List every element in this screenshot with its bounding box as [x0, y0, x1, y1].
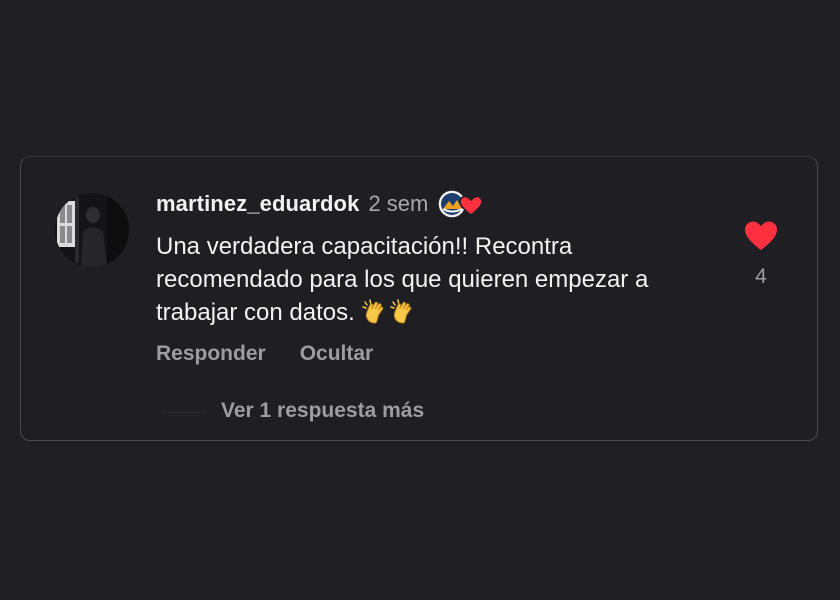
like-heart-icon[interactable]	[743, 219, 779, 253]
replies-divider	[162, 412, 206, 413]
avatar-photo	[55, 193, 129, 267]
creator-liked-badge-icon	[436, 187, 486, 221]
hide-button[interactable]: Ocultar	[300, 342, 374, 366]
username-link[interactable]: martinez_eduardok	[156, 191, 359, 217]
comment-header: martinez_eduardok 2 sem	[156, 187, 486, 221]
comment-text-block: Una verdadera capacitación!! Recontra re…	[156, 230, 716, 329]
clapping-hands-icon	[389, 298, 417, 326]
view-more-replies-button[interactable]: Ver 1 respuesta más	[221, 399, 424, 423]
clapping-hands-icon	[361, 298, 389, 326]
like-count: 4	[755, 265, 767, 288]
reply-button[interactable]: Responder	[156, 342, 266, 366]
comment-time: 2 sem	[368, 191, 429, 216]
comment-actions: Responder Ocultar	[156, 342, 373, 366]
comment-card: martinez_eduardok 2 sem Una verdadera ca…	[20, 156, 818, 441]
avatar[interactable]	[55, 193, 129, 267]
